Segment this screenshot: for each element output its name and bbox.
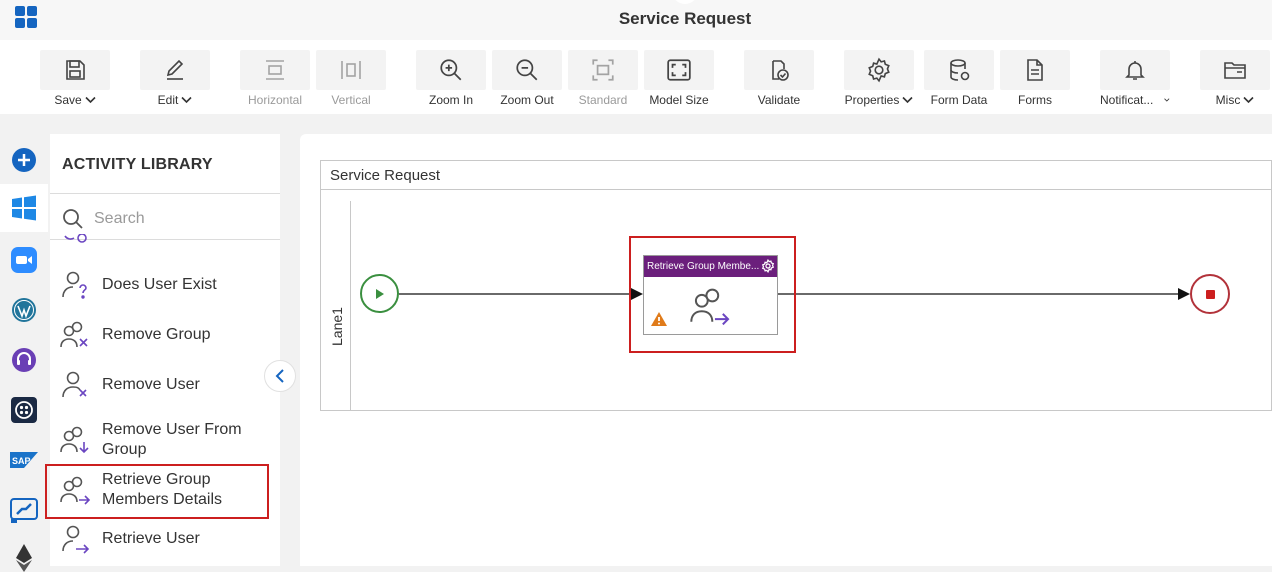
chevron-down-icon	[85, 96, 96, 104]
database-icon	[950, 59, 970, 81]
start-event[interactable]	[360, 274, 399, 313]
twilio-icon[interactable]	[10, 396, 38, 424]
library-item-label: Does User Exist	[102, 276, 217, 293]
add-icon[interactable]	[10, 146, 38, 174]
gear-icon	[868, 57, 890, 83]
selected-item-highlight	[45, 464, 269, 519]
notifications-label: Notificat...	[1100, 93, 1154, 107]
bell-icon	[1125, 61, 1145, 80]
zoom-out-button[interactable]: Zoom Out	[492, 50, 562, 112]
remove-group-icon	[60, 321, 88, 348]
retrieve-group-members-activity[interactable]: Retrieve Group Membe...	[643, 255, 778, 335]
pool[interactable]: Service Request Lane1	[320, 160, 1272, 411]
pencil-icon	[166, 59, 184, 80]
vertical-label: Vertical	[331, 93, 371, 107]
chevron-down-icon	[1164, 98, 1170, 102]
support-headset-icon[interactable]	[10, 346, 38, 374]
form-data-button[interactable]: Form Data	[924, 50, 994, 112]
library-item-label: Remove User	[102, 376, 200, 393]
user-check-icon	[64, 234, 87, 243]
remove-user-from-group-icon	[60, 426, 89, 454]
zoom-in-button[interactable]: Zoom In	[416, 50, 486, 112]
properties-label: Properties	[844, 93, 900, 107]
folder-icon	[1224, 62, 1246, 79]
validate-icon	[772, 60, 789, 81]
vertical-button[interactable]: Vertical	[316, 50, 386, 112]
user-question-icon	[62, 271, 87, 299]
title-bar: Service Request	[0, 0, 1272, 40]
align-vertical-icon	[341, 61, 361, 79]
forms-button[interactable]: Forms	[1000, 50, 1070, 112]
pool-header: Service Request	[321, 161, 1272, 190]
zoom-icon[interactable]	[10, 246, 38, 274]
sap-icon[interactable]: SAP	[10, 446, 38, 474]
remove-user-icon	[62, 371, 87, 398]
validate-button[interactable]: Validate	[744, 50, 814, 112]
standard-button[interactable]: Standard	[568, 50, 638, 112]
end-event[interactable]	[1190, 274, 1230, 314]
stop-icon	[1205, 289, 1215, 299]
standard-label: Standard	[578, 93, 628, 107]
lane-header[interactable]: Lane1	[321, 201, 351, 411]
horizontal-label: Horizontal	[247, 93, 303, 107]
divider	[50, 193, 280, 194]
search-input[interactable]	[94, 207, 274, 231]
wordpress-icon[interactable]	[10, 296, 38, 324]
toolbar: Save Edit Horizontal Vertical Zoom In Zo…	[0, 40, 1272, 114]
play-icon	[375, 288, 384, 299]
retrieve-group-members-icon	[690, 288, 730, 326]
zoom-in-label: Zoom In	[428, 93, 473, 107]
title-notch	[672, 0, 698, 4]
library-item-remove-user-from-group[interactable]: Remove User From Group	[50, 420, 280, 460]
validate-label: Validate	[757, 93, 801, 107]
chevron-down-icon	[902, 96, 913, 104]
save-button[interactable]: Save	[40, 50, 110, 112]
zoom-out-icon	[516, 59, 538, 81]
library-item-does-user-exist[interactable]: Does User Exist	[50, 270, 280, 300]
activity-library-title: ACTIVITY LIBRARY	[62, 156, 213, 173]
align-horizontal-icon	[266, 60, 284, 80]
power-automate-icon[interactable]	[10, 496, 38, 524]
misc-label: Misc	[1215, 93, 1241, 107]
save-icon	[66, 60, 85, 80]
library-item-retrieve-user[interactable]: Retrieve User	[50, 524, 280, 554]
chevron-down-icon	[181, 96, 192, 104]
activity-title: Retrieve Group Membe...	[644, 256, 777, 277]
chevron-left-icon	[275, 369, 284, 383]
pool-title: Service Request	[330, 167, 441, 184]
model-size-button[interactable]: Model Size	[644, 50, 714, 112]
page-title: Service Request	[618, 9, 752, 28]
library-item-label: Remove User From Group	[102, 421, 242, 458]
forms-icon	[1027, 59, 1043, 81]
svg-text:SAP: SAP	[12, 456, 31, 466]
library-item-label: Retrieve User	[102, 530, 200, 547]
save-label: Save	[54, 93, 82, 107]
notifications-button[interactable]: Notificat...	[1100, 50, 1170, 112]
library-item-label: Remove Group	[102, 326, 211, 343]
lane-label: Lane1	[329, 307, 345, 346]
edit-button[interactable]: Edit	[140, 50, 210, 112]
edit-label: Edit	[157, 93, 179, 107]
standard-size-icon	[592, 59, 614, 81]
zoom-out-label: Zoom Out	[500, 93, 554, 107]
misc-button[interactable]: Misc	[1200, 50, 1270, 112]
fit-to-screen-icon	[667, 59, 691, 81]
gear-icon[interactable]	[761, 259, 775, 273]
windows-icon[interactable]	[10, 194, 38, 222]
ethereum-icon[interactable]	[10, 544, 38, 572]
model-size-label: Model Size	[649, 93, 709, 107]
collapse-panel-button[interactable]	[264, 360, 296, 392]
zoom-in-icon	[440, 59, 462, 81]
horizontal-button[interactable]: Horizontal	[240, 50, 310, 112]
library-item-remove-user[interactable]: Remove User	[50, 370, 280, 400]
forms-label: Forms	[1018, 93, 1052, 107]
form-data-label: Form Data	[930, 93, 988, 107]
properties-button[interactable]: Properties	[844, 50, 914, 112]
warning-icon[interactable]	[650, 311, 668, 327]
chevron-down-icon	[1243, 96, 1254, 104]
library-item-remove-group[interactable]: Remove Group	[50, 320, 280, 350]
search-icon	[63, 209, 83, 229]
retrieve-user-icon	[62, 525, 90, 554]
